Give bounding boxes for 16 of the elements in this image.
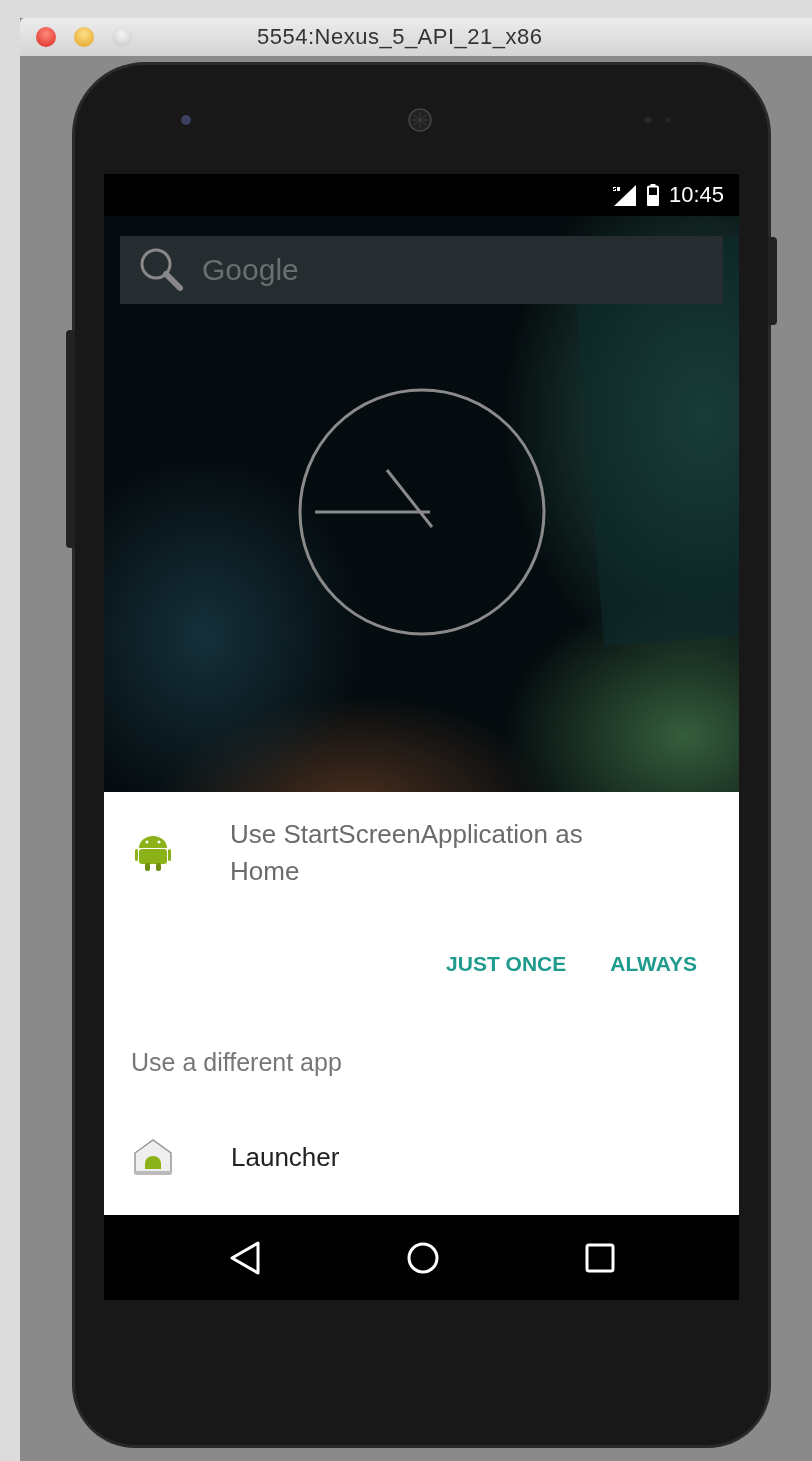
battery-icon [646, 184, 659, 206]
dialog-title: Use StartScreenApplication as Home [230, 818, 584, 888]
window-title: 5554:Nexus_5_API_21_x86 [257, 24, 543, 50]
clock-time: 10:45 [668, 182, 724, 208]
home-icon[interactable] [405, 1240, 440, 1275]
recents-icon[interactable] [583, 1241, 616, 1274]
close-button[interactable] [36, 27, 56, 47]
section-label: Use a different app [130, 1048, 343, 1077]
signal-icon [610, 184, 637, 206]
app-item[interactable]: Launcher [231, 1141, 340, 1173]
dialog-button[interactable]: JUST ONCE [444, 948, 569, 980]
search-field[interactable]: Google [120, 236, 723, 304]
speaker-icon [408, 107, 432, 132]
dialog-button[interactable]: ALWAYS [608, 948, 699, 980]
camera-icon [181, 114, 191, 125]
launcher-icon [133, 1137, 173, 1177]
